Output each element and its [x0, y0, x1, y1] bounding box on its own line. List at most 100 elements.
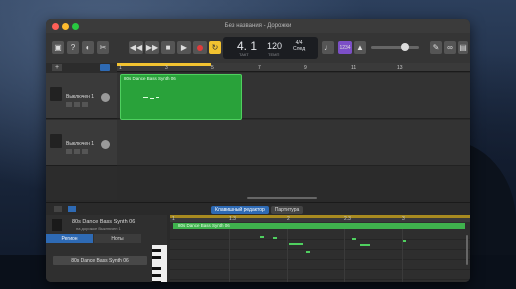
count-in-button[interactable]: 1234 — [338, 41, 352, 54]
track-header[interactable]: Выключен 1 — [46, 73, 117, 119]
midi-note[interactable] — [360, 244, 370, 246]
cycle-region[interactable] — [117, 63, 211, 66]
midi-note[interactable] — [260, 236, 264, 238]
keyboard-icon — [52, 219, 62, 231]
playhead-position: 4. 1 — [237, 39, 258, 53]
editor-region-bar[interactable]: 80s Dance Bass Synth 06 — [173, 223, 465, 229]
ruler-number: 1 — [172, 216, 175, 222]
keyboard-icon — [50, 134, 62, 148]
ruler-number: 5 — [211, 65, 214, 71]
time-signature: 4/4 Cлед — [293, 40, 306, 52]
master-volume-slider[interactable] — [371, 43, 419, 51]
track-header[interactable]: Выключен 1 — [46, 120, 117, 166]
window-title: Без названия - Дорожки — [224, 23, 292, 29]
region-name: 80s Dance Bass Synth 06 — [124, 76, 176, 81]
track-lane[interactable] — [117, 120, 470, 166]
midi-note[interactable] — [273, 237, 277, 239]
horizontal-scrollbar[interactable] — [247, 197, 317, 199]
toolbar: ▣ ? ◐ ✂ ◀◀ ▶▶ ■ ▶ ↻ 4. 1 120 4/4 Cлед ТА… — [46, 33, 470, 64]
black-key[interactable] — [152, 274, 161, 277]
tempo-label: ТЕМП — [268, 52, 280, 57]
region-note — [150, 98, 154, 99]
black-key[interactable] — [152, 256, 161, 259]
grid-line — [170, 239, 470, 240]
region-name-field[interactable]: 80s Dance Bass Synth 06 — [53, 256, 147, 265]
black-key[interactable] — [152, 281, 161, 282]
grid-line — [170, 269, 470, 270]
editor-catch-icon[interactable] — [54, 206, 62, 212]
editor-tabs: Клавишный редактор Партитура — [211, 206, 304, 214]
garageband-window: Без названия - Дорожки ▣ ? ◐ ✂ ◀◀ ▶▶ ■ ▶… — [46, 19, 470, 282]
beat-line — [344, 229, 345, 282]
metronome-button[interactable]: ▲ — [354, 41, 366, 54]
cycle-button[interactable]: ↻ — [209, 41, 221, 54]
keyboard-icon — [50, 87, 62, 101]
tab-piano-roll[interactable]: Клавишный редактор — [211, 206, 269, 214]
region-note — [143, 97, 148, 98]
media-browser-button[interactable]: ▤ — [458, 41, 468, 54]
ruler-number: 3 — [165, 65, 168, 71]
zoom-button[interactable] — [72, 23, 79, 30]
tuner-button[interactable]: ♩ — [322, 41, 334, 54]
mute-button[interactable] — [66, 149, 72, 154]
segment-region[interactable]: Регион — [46, 234, 93, 243]
loop-browser-button[interactable]: ∞ — [444, 41, 456, 54]
smart-controls-button[interactable]: ◐ — [82, 41, 94, 54]
midi-note[interactable] — [403, 240, 406, 242]
rewind-button[interactable]: ◀◀ — [129, 41, 143, 54]
cycle-region[interactable] — [170, 215, 470, 218]
fast-forward-button[interactable]: ▶▶ — [145, 41, 159, 54]
beat-label: ТАКТ — [239, 52, 249, 57]
segment-notes[interactable]: Ноты — [94, 234, 141, 243]
timeline-ruler[interactable]: 1 3 5 7 9 11 13 — [117, 63, 470, 72]
solo-button[interactable] — [74, 149, 80, 154]
track-lane[interactable]: 80s Dance Bass Synth 06 — [117, 73, 470, 120]
record-enable-button[interactable] — [82, 102, 88, 107]
minimize-button[interactable] — [62, 23, 69, 30]
stop-button[interactable]: ■ — [161, 41, 175, 54]
editors-button[interactable]: ✂ — [97, 41, 109, 54]
track-name: Выключен 1 — [66, 94, 95, 100]
midi-note[interactable] — [306, 251, 310, 253]
instrument-track: на дорожке Выключен 1 — [76, 226, 121, 231]
track-name: Выключен 1 — [66, 141, 95, 147]
smart-filter-icon[interactable] — [100, 64, 110, 71]
editor-ruler[interactable]: 1 1.3 2 2.3 3 — [170, 215, 470, 222]
close-button[interactable] — [52, 23, 59, 30]
piano-roll-editor: Клавишный редактор Партитура 80s Dance B… — [46, 202, 470, 282]
mute-button[interactable] — [66, 102, 72, 107]
beat-line — [229, 229, 230, 282]
tracks-area[interactable]: 1 3 5 7 9 11 13 80s Dance Bass Synth 06 — [117, 63, 470, 200]
grid-line — [170, 279, 470, 280]
notepad-button[interactable]: ✎ — [430, 41, 442, 54]
region-inspector: 80s Dance Bass Synth 06 на дорожке Выклю… — [46, 215, 167, 282]
beat-line — [402, 229, 403, 282]
solo-button[interactable] — [74, 102, 80, 107]
volume-knob[interactable] — [101, 93, 110, 102]
tab-score[interactable]: Партитура — [270, 206, 304, 214]
editor-filter-icon[interactable] — [68, 206, 76, 212]
midi-note[interactable] — [289, 243, 303, 245]
midi-note[interactable] — [352, 238, 356, 240]
add-track-button[interactable]: + — [52, 64, 62, 71]
ruler-number: 9 — [304, 65, 307, 71]
library-button[interactable]: ▣ — [52, 41, 64, 54]
volume-knob[interactable] — [101, 140, 110, 149]
beat-line — [287, 229, 288, 282]
volume-knob[interactable] — [401, 43, 409, 51]
record-enable-button[interactable] — [82, 149, 88, 154]
play-button[interactable]: ▶ — [177, 41, 191, 54]
ruler-number: 3 — [402, 216, 405, 222]
ruler-number: 2.3 — [344, 216, 351, 222]
midi-region[interactable]: 80s Dance Bass Synth 06 — [120, 74, 242, 120]
piano-keyboard[interactable] — [152, 245, 167, 282]
record-button[interactable] — [193, 41, 207, 54]
black-key[interactable] — [152, 267, 161, 270]
instrument-name: 80s Dance Bass Synth 06 — [72, 219, 136, 225]
lcd-display[interactable]: 4. 1 120 4/4 Cлед ТАКТ ТЕМП — [223, 37, 318, 59]
help-button[interactable]: ? — [67, 41, 79, 54]
note-grid[interactable]: 1 1.3 2 2.3 3 80s Dance Bass Synth 06 — [170, 215, 470, 282]
black-key[interactable] — [152, 249, 161, 252]
grid-line — [170, 259, 470, 260]
vertical-scrollbar[interactable] — [466, 235, 468, 265]
